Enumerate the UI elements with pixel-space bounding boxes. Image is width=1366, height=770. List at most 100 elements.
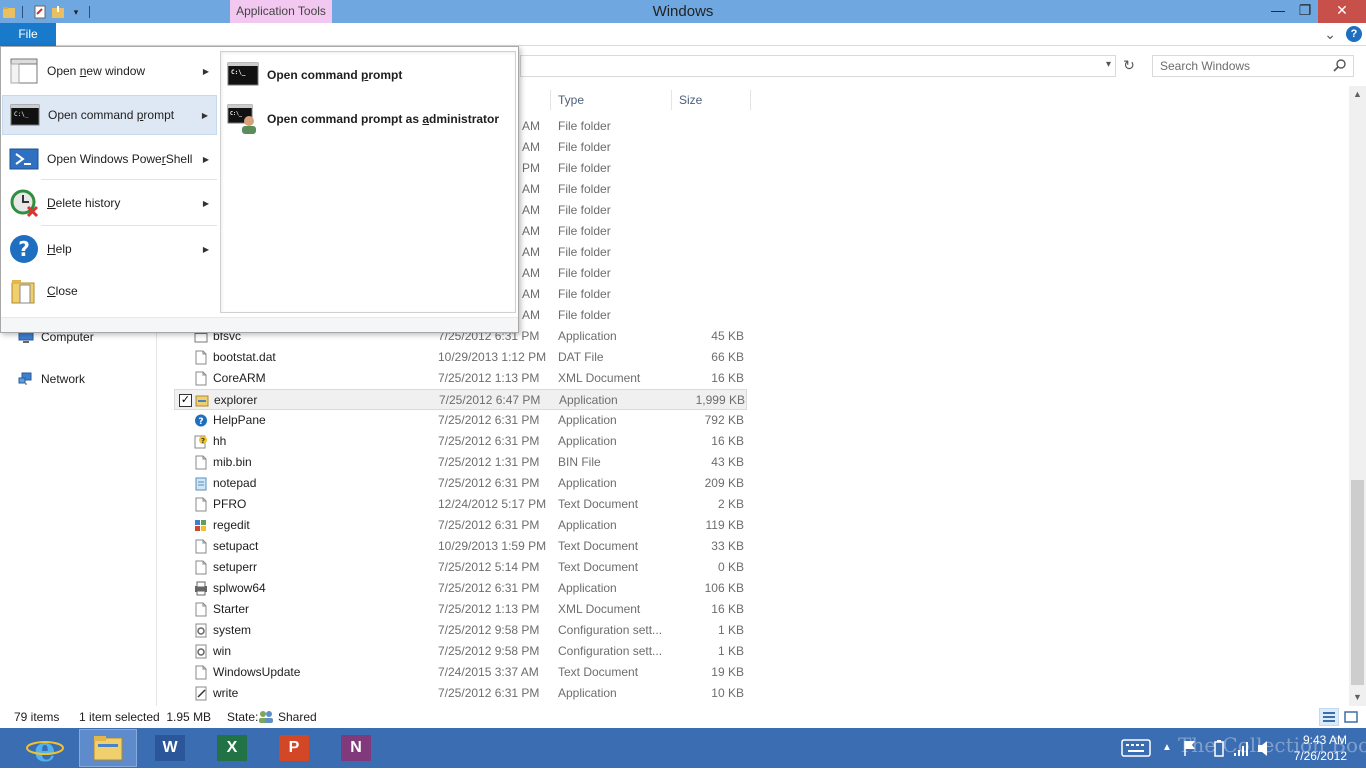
file-tab[interactable]: File (0, 23, 56, 46)
file-type: BIN File (558, 455, 601, 469)
table-row[interactable]: write 7/25/2012 6:31 PM Application 10 KB (174, 683, 747, 704)
table-row[interactable]: system 7/25/2012 9:58 PM Configuration set… (174, 620, 747, 641)
explorer-icon (195, 395, 209, 407)
help-icon[interactable]: ? (1346, 26, 1362, 42)
file-date: 7/25/2012 6:31 PM (438, 581, 540, 595)
file-date: AM (522, 308, 540, 322)
address-dropdown-icon[interactable]: ▾ (1106, 59, 1111, 70)
large-icons-view-button[interactable] (1341, 708, 1361, 726)
file-type: File folder (558, 161, 611, 175)
address-bar[interactable]: ▾ (520, 55, 1116, 77)
refresh-button[interactable]: ↻ (1118, 55, 1140, 77)
search-icon[interactable] (1333, 58, 1347, 72)
touch-keyboard-icon[interactable] (1118, 728, 1156, 768)
file-size: 209 KB (704, 476, 744, 490)
restore-button[interactable]: ❐ (1292, 0, 1318, 23)
taskbar-file-explorer[interactable] (79, 729, 137, 767)
table-row[interactable]: win 7/25/2012 9:58 PM Configuration sett..… (174, 641, 747, 662)
scroll-down-icon[interactable]: ▼ (1349, 689, 1366, 706)
file-date: 7/25/2012 1:13 PM (438, 602, 540, 616)
svg-text:?: ? (201, 437, 205, 445)
folder-icon[interactable] (2, 5, 16, 19)
file-menu-item[interactable]: Delete history ▶ (2, 181, 217, 225)
file-menu-item[interactable]: C:\_ Open command prompt ▶ (2, 95, 217, 135)
table-row[interactable]: setuperr 7/25/2012 5:14 PM Text Document 0 … (174, 557, 747, 578)
table-row[interactable]: notepad 7/25/2012 6:31 PM Application 209 K… (174, 473, 747, 494)
scrollbar-thumb[interactable] (1351, 480, 1364, 685)
cmd-icon: C:\_ (227, 62, 259, 86)
file-name: notepad (213, 476, 257, 490)
taskbar-excel[interactable]: X (203, 729, 261, 767)
file-size: 43 KB (711, 455, 744, 469)
table-row[interactable]: ? hh 7/25/2012 6:31 PM Application 16 KB (174, 431, 747, 452)
vertical-scrollbar[interactable]: ▲ ▼ (1349, 86, 1366, 706)
scroll-up-icon[interactable]: ▲ (1349, 86, 1366, 103)
application-tools-tab[interactable]: Application Tools (230, 0, 332, 23)
toolbar-separator (22, 5, 23, 18)
file-menu-item[interactable]: Open new window ▶ (2, 51, 217, 91)
ribbon-controls: ⌄ ? (1324, 26, 1362, 42)
file-size: 19 KB (711, 665, 744, 679)
close-button[interactable]: ✕ (1318, 0, 1366, 23)
taskbar: e W X P N ▲ 9:43 AM 7/26/2012 (0, 728, 1366, 770)
customize-toolbar-icon[interactable]: ▾ (69, 5, 83, 19)
table-row[interactable]: mib.bin 7/25/2012 1:31 PM BIN File 43 KB (174, 452, 747, 473)
table-row[interactable]: PFRO 12/24/2012 5:17 PM Text Document 2 KB (174, 494, 747, 515)
close-folder-icon (11, 280, 35, 304)
file-size: 792 KB (704, 413, 744, 427)
file-menu-item-label: Help (47, 242, 72, 256)
file-menu-item[interactable]: Open Windows PowerShell ▶ (2, 139, 217, 179)
submenu-arrow-icon: ▶ (202, 66, 209, 76)
status-bar: 79 items 1 item selected 1.95 MB State: … (0, 706, 1366, 728)
taskbar-word[interactable]: W (141, 729, 199, 767)
file-type: File folder (558, 308, 611, 322)
taskbar-powerpoint[interactable]: P (265, 729, 323, 767)
file-type: File folder (558, 182, 611, 196)
file-name: mib.bin (213, 455, 252, 469)
file-menu-item[interactable]: Close (2, 271, 217, 311)
table-row[interactable]: WindowsUpdate 7/24/2015 3:37 AM Text Docum… (174, 662, 747, 683)
taskbar-internet-explorer[interactable]: e (16, 729, 74, 770)
word-icon: W (155, 735, 185, 761)
file-name: setupact (213, 539, 259, 553)
table-row[interactable]: CoreARM 7/25/2012 1:13 PM XML Document 16 K… (174, 368, 747, 389)
details-view-button[interactable] (1319, 708, 1339, 726)
file-icon (195, 665, 207, 680)
submenu-label: Open command prompt as administrator (267, 112, 500, 126)
file-name: PFRO (213, 497, 247, 511)
file-date: PM (522, 161, 540, 175)
notepad-icon (195, 477, 207, 491)
file-name: splwow64 (213, 581, 266, 595)
table-row[interactable]: regedit 7/25/2012 6:31 PM Application 119 K… (174, 515, 747, 536)
expand-ribbon-icon[interactable]: ⌄ (1324, 27, 1336, 41)
submenu-open-command-prompt-admin[interactable]: C:\_ Open command prompt as administrato… (227, 104, 499, 134)
file-size: 119 KB (705, 518, 744, 532)
column-header-type[interactable]: Type (550, 90, 672, 110)
show-hidden-icons-icon[interactable]: ▲ (1162, 728, 1172, 768)
file-menu-item[interactable]: ? Help ▶ (2, 227, 217, 271)
file-date: 10/29/2013 1:59 PM (438, 539, 547, 553)
table-row[interactable]: bootstat.dat 10/29/2013 1:12 PM DAT File 66… (174, 347, 747, 368)
table-row[interactable]: setupact 10/29/2013 1:59 PM Text Document 3… (174, 536, 747, 557)
config-icon (195, 644, 207, 659)
file-date: 10/29/2013 1:12 PM (438, 350, 547, 364)
submenu-open-command-prompt[interactable]: C:\_ Open command prompt (227, 60, 402, 90)
table-row[interactable]: ? HelpPane 7/25/2012 6:31 PM Application 792… (174, 410, 747, 431)
taskbar-onenote[interactable]: N (327, 729, 385, 767)
column-header-size[interactable]: Size (671, 90, 751, 110)
table-row[interactable]: splwow64 7/25/2012 6:31 PM Application 106 … (174, 578, 747, 599)
table-row[interactable]: Starter 7/25/2012 1:13 PM XML Document 16 K… (174, 599, 747, 620)
nav-item-network[interactable]: Network (18, 372, 85, 386)
row-checkbox[interactable]: ✓ (179, 394, 192, 407)
minimize-button[interactable]: — (1264, 0, 1292, 23)
file-type: File folder (558, 119, 611, 133)
properties-icon[interactable] (33, 5, 47, 19)
file-date: 7/24/2015 3:37 AM (438, 665, 539, 679)
new-folder-icon[interactable] (51, 5, 65, 19)
table-row[interactable]: ✓ explorer 7/25/2012 6:47 PM Application 1,9… (174, 389, 747, 410)
onenote-icon: N (341, 735, 371, 761)
file-menu: Open new window ▶ C:\_ Open command prompt ▶… (0, 46, 519, 333)
hh-icon: ? (194, 435, 207, 449)
search-input[interactable]: Search Windows (1152, 55, 1354, 77)
ribbon-tab-row: File ⌄ ? (0, 23, 1366, 46)
